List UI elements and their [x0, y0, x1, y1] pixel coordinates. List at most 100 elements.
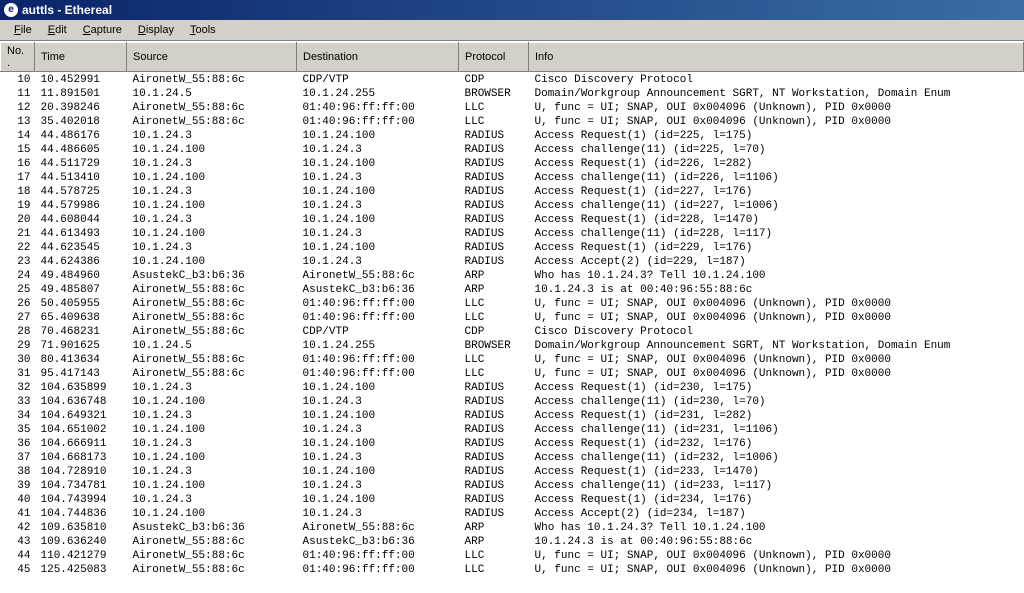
cell-src: AironetW_55:88:6c	[127, 563, 297, 577]
cell-proto: RADIUS	[459, 465, 529, 479]
cell-proto: CDP	[459, 72, 529, 88]
table-row[interactable]: 33104.63674810.1.24.10010.1.24.3RADIUSAc…	[1, 395, 1024, 409]
table-row[interactable]: 32104.63589910.1.24.310.1.24.100RADIUSAc…	[1, 381, 1024, 395]
table-row[interactable]: 1111.89150110.1.24.510.1.24.255BROWSERDo…	[1, 87, 1024, 101]
cell-dst: 10.1.24.3	[297, 479, 459, 493]
col-header-time[interactable]: Time	[35, 43, 127, 72]
table-row[interactable]: 1544.48660510.1.24.10010.1.24.3RADIUSAcc…	[1, 143, 1024, 157]
table-row[interactable]: 2650.405955AironetW_55:88:6c01:40:96:ff:…	[1, 297, 1024, 311]
cell-dst: AsustekC_b3:b6:36	[297, 283, 459, 297]
cell-time: 104.635899	[35, 381, 127, 395]
col-header-info[interactable]: Info	[529, 43, 1024, 72]
table-row[interactable]: 1220.398246AironetW_55:88:6c01:40:96:ff:…	[1, 101, 1024, 115]
cell-no: 17	[1, 171, 35, 185]
cell-no: 32	[1, 381, 35, 395]
table-row[interactable]: 37104.66817310.1.24.10010.1.24.3RADIUSAc…	[1, 451, 1024, 465]
cell-time: 65.409638	[35, 311, 127, 325]
table-row[interactable]: 3195.417143AironetW_55:88:6c01:40:96:ff:…	[1, 367, 1024, 381]
cell-proto: LLC	[459, 367, 529, 381]
cell-dst: 01:40:96:ff:ff:00	[297, 311, 459, 325]
cell-info: Access Request(1) (id=230, l=175)	[529, 381, 1024, 395]
table-row[interactable]: 2971.90162510.1.24.510.1.24.255BROWSERDo…	[1, 339, 1024, 353]
table-row[interactable]: 38104.72891010.1.24.310.1.24.100RADIUSAc…	[1, 465, 1024, 479]
table-row[interactable]: 40104.74399410.1.24.310.1.24.100RADIUSAc…	[1, 493, 1024, 507]
table-row[interactable]: 2144.61349310.1.24.10010.1.24.3RADIUSAcc…	[1, 227, 1024, 241]
packet-list-pane[interactable]: No. . Time Source Destination Protocol I…	[0, 41, 1024, 593]
cell-info: U, func = UI; SNAP, OUI 0x004096 (Unknow…	[529, 367, 1024, 381]
col-header-protocol[interactable]: Protocol	[459, 43, 529, 72]
table-row[interactable]: 41104.74483610.1.24.10010.1.24.3RADIUSAc…	[1, 507, 1024, 521]
cell-time: 11.891501	[35, 87, 127, 101]
cell-time: 49.485807	[35, 283, 127, 297]
col-header-source[interactable]: Source	[127, 43, 297, 72]
table-row[interactable]: 3080.413634AironetW_55:88:6c01:40:96:ff:…	[1, 353, 1024, 367]
menu-edit[interactable]: Edit	[40, 22, 75, 38]
cell-time: 44.513410	[35, 171, 127, 185]
cell-no: 39	[1, 479, 35, 493]
cell-info: Access Request(1) (id=228, l=1470)	[529, 213, 1024, 227]
cell-info: Access challenge(11) (id=225, l=70)	[529, 143, 1024, 157]
cell-time: 109.636240	[35, 535, 127, 549]
cell-info: Domain/Workgroup Announcement SGRT, NT W…	[529, 87, 1024, 101]
cell-src: 10.1.24.3	[127, 465, 297, 479]
table-row[interactable]: 45125.425083AironetW_55:88:6c01:40:96:ff…	[1, 563, 1024, 577]
table-row[interactable]: 2244.62354510.1.24.310.1.24.100RADIUSAcc…	[1, 241, 1024, 255]
cell-src: 10.1.24.100	[127, 227, 297, 241]
table-row[interactable]: 1944.57998610.1.24.10010.1.24.3RADIUSAcc…	[1, 199, 1024, 213]
cell-src: 10.1.24.100	[127, 507, 297, 521]
cell-info: 10.1.24.3 is at 00:40:96:55:88:6c	[529, 535, 1024, 549]
table-row[interactable]: 1335.402018AironetW_55:88:6c01:40:96:ff:…	[1, 115, 1024, 129]
table-row[interactable]: 1010.452991AironetW_55:88:6cCDP/VTPCDPCi…	[1, 72, 1024, 88]
table-row[interactable]: 43109.636240AironetW_55:88:6cAsustekC_b3…	[1, 535, 1024, 549]
table-row[interactable]: 1444.48617610.1.24.310.1.24.100RADIUSAcc…	[1, 129, 1024, 143]
cell-time: 104.743994	[35, 493, 127, 507]
cell-proto: RADIUS	[459, 507, 529, 521]
menu-display[interactable]: Display	[130, 22, 182, 38]
cell-proto: LLC	[459, 311, 529, 325]
table-row[interactable]: 2044.60804410.1.24.310.1.24.100RADIUSAcc…	[1, 213, 1024, 227]
packet-table: No. . Time Source Destination Protocol I…	[0, 42, 1024, 577]
table-row[interactable]: 2344.62438610.1.24.10010.1.24.3RADIUSAcc…	[1, 255, 1024, 269]
menu-tools[interactable]: Tools	[182, 22, 224, 38]
cell-src: 10.1.24.3	[127, 241, 297, 255]
cell-info: Access challenge(11) (id=230, l=70)	[529, 395, 1024, 409]
table-row[interactable]: 1644.51172910.1.24.310.1.24.100RADIUSAcc…	[1, 157, 1024, 171]
cell-info: Access Accept(2) (id=234, l=187)	[529, 507, 1024, 521]
cell-src: AironetW_55:88:6c	[127, 297, 297, 311]
cell-dst: AironetW_55:88:6c	[297, 521, 459, 535]
cell-proto: LLC	[459, 353, 529, 367]
table-row[interactable]: 1844.57872510.1.24.310.1.24.100RADIUSAcc…	[1, 185, 1024, 199]
table-row[interactable]: 42109.635810AsustekC_b3:b6:36AironetW_55…	[1, 521, 1024, 535]
cell-src: AironetW_55:88:6c	[127, 535, 297, 549]
table-row[interactable]: 2870.468231AironetW_55:88:6cCDP/VTPCDPCi…	[1, 325, 1024, 339]
table-row[interactable]: 2549.485807AironetW_55:88:6cAsustekC_b3:…	[1, 283, 1024, 297]
table-row[interactable]: 36104.66691110.1.24.310.1.24.100RADIUSAc…	[1, 437, 1024, 451]
table-row[interactable]: 44110.421279AironetW_55:88:6c01:40:96:ff…	[1, 549, 1024, 563]
table-row[interactable]: 35104.65100210.1.24.10010.1.24.3RADIUSAc…	[1, 423, 1024, 437]
cell-proto: ARP	[459, 535, 529, 549]
cell-src: 10.1.24.3	[127, 185, 297, 199]
cell-info: Access Request(1) (id=226, l=282)	[529, 157, 1024, 171]
col-header-destination[interactable]: Destination	[297, 43, 459, 72]
cell-proto: RADIUS	[459, 143, 529, 157]
cell-dst: 10.1.24.100	[297, 465, 459, 479]
menu-capture[interactable]: Capture	[75, 22, 130, 38]
cell-src: 10.1.24.100	[127, 423, 297, 437]
cell-time: 35.402018	[35, 115, 127, 129]
cell-src: AironetW_55:88:6c	[127, 367, 297, 381]
cell-time: 110.421279	[35, 549, 127, 563]
cell-dst: 10.1.24.3	[297, 255, 459, 269]
table-row[interactable]: 1744.51341010.1.24.10010.1.24.3RADIUSAcc…	[1, 171, 1024, 185]
table-row[interactable]: 2765.409638AironetW_55:88:6c01:40:96:ff:…	[1, 311, 1024, 325]
menu-file[interactable]: File	[6, 22, 40, 38]
cell-src: AsustekC_b3:b6:36	[127, 521, 297, 535]
cell-proto: RADIUS	[459, 437, 529, 451]
col-header-no[interactable]: No. .	[1, 43, 35, 72]
table-row[interactable]: 2449.484960AsustekC_b3:b6:36AironetW_55:…	[1, 269, 1024, 283]
cell-info: Who has 10.1.24.3? Tell 10.1.24.100	[529, 269, 1024, 283]
cell-proto: RADIUS	[459, 451, 529, 465]
cell-time: 104.744836	[35, 507, 127, 521]
table-row[interactable]: 34104.64932110.1.24.310.1.24.100RADIUSAc…	[1, 409, 1024, 423]
cell-time: 71.901625	[35, 339, 127, 353]
table-row[interactable]: 39104.73478110.1.24.10010.1.24.3RADIUSAc…	[1, 479, 1024, 493]
